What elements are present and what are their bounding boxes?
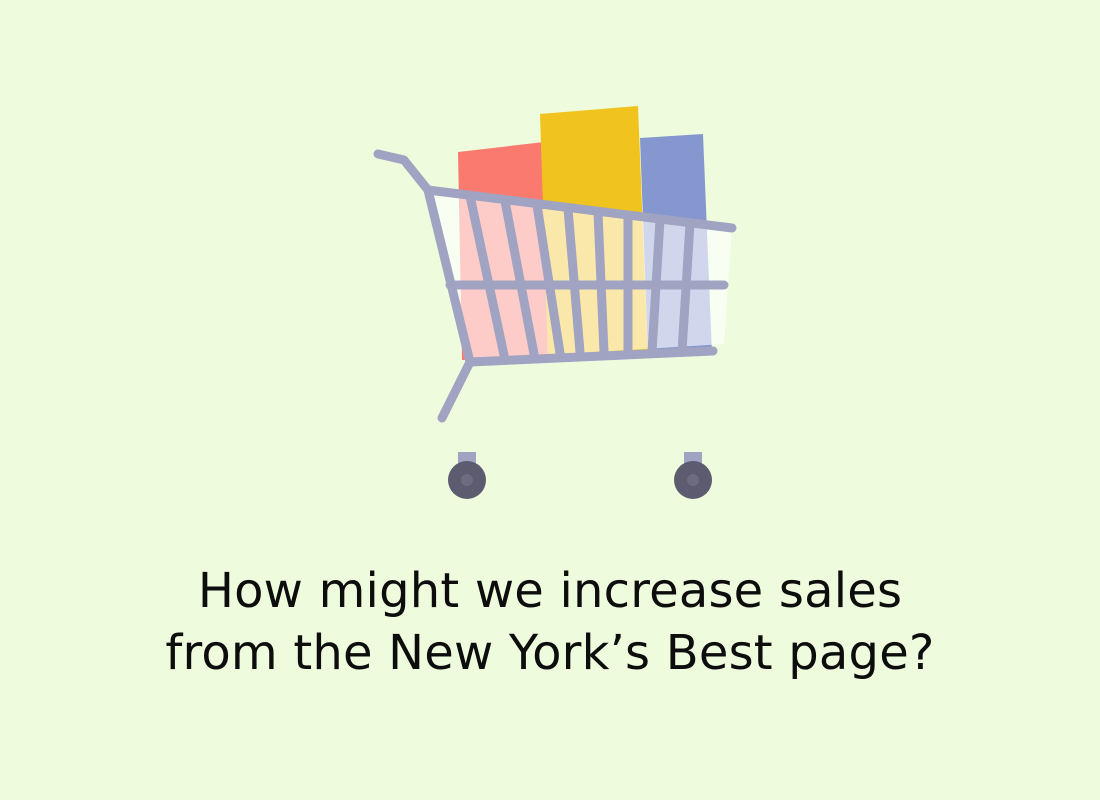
shopping-cart-icon	[373, 106, 737, 499]
question-line-1: How might we increase sales	[197, 563, 903, 619]
question-line-2: from the New York’s Best page?	[165, 625, 935, 681]
page: How might we increase sales from the New…	[0, 0, 1100, 800]
shopping-cart-illustration	[0, 0, 1100, 520]
question-heading: How might we increase sales from the New…	[0, 560, 1100, 684]
